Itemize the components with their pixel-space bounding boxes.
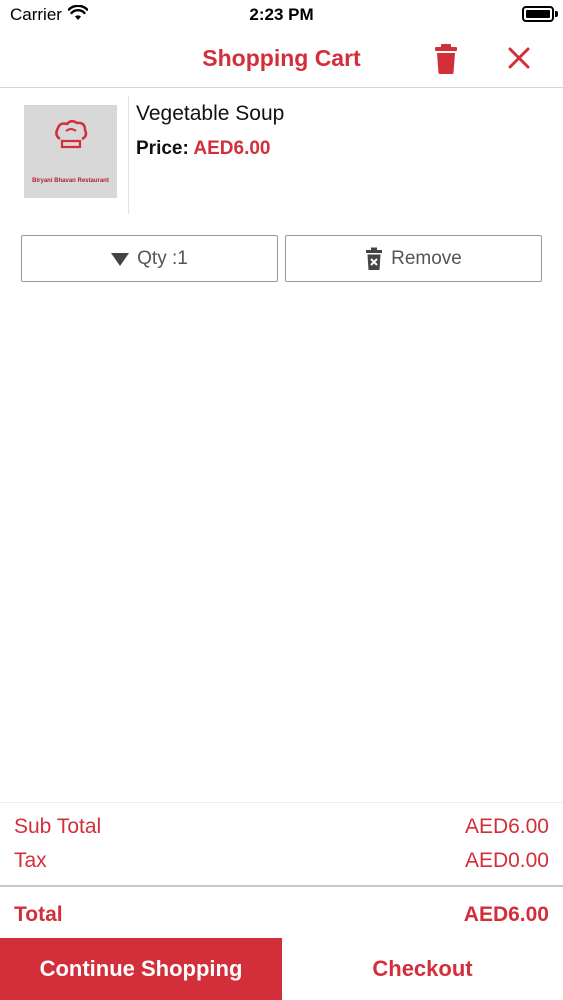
item-divider <box>128 96 129 214</box>
item-price: Price: AED6.00 <box>136 138 271 160</box>
total-value: AED6.00 <box>463 903 549 926</box>
subtotal-row: Sub Total AED6.00 <box>14 815 549 839</box>
tax-row: Tax AED0.00 <box>14 849 549 873</box>
total-label: Total <box>14 903 63 926</box>
trash-x-icon <box>365 247 383 271</box>
total-row: Total AED6.00 <box>14 903 549 927</box>
clock: 2:23 PM <box>249 5 314 24</box>
cart-item: Biryani Bhavan Restaurant Vegetable Soup… <box>0 88 563 218</box>
tax-value: AED0.00 <box>464 849 549 872</box>
page-title: Shopping Cart <box>202 45 361 71</box>
quantity-label: Qty :1 <box>137 247 188 269</box>
subtotal-value: AED6.00 <box>464 815 549 838</box>
tax-label: Tax <box>14 849 47 872</box>
remove-label: Remove <box>391 247 462 269</box>
trash-icon[interactable] <box>432 43 460 75</box>
continue-shopping-button[interactable]: Continue Shopping <box>0 938 282 1000</box>
remove-button[interactable]: Remove <box>285 235 542 282</box>
close-icon[interactable] <box>505 44 533 72</box>
thumbnail-caption: Biryani Bhavan Restaurant <box>32 178 109 184</box>
price-value: AED6.00 <box>193 138 271 159</box>
subtotal-label: Sub Total <box>14 815 102 838</box>
order-summary: Sub Total AED6.00 Tax AED0.00 Total AED6… <box>0 802 563 938</box>
summary-divider <box>0 885 563 887</box>
quantity-button[interactable]: Qty :1 <box>21 235 278 282</box>
price-label: Price: <box>136 138 189 159</box>
battery-icon <box>522 6 554 22</box>
checkout-button[interactable]: Checkout <box>282 938 563 1000</box>
battery-tip <box>555 11 558 17</box>
status-bar: Carrier 2:23 PM <box>0 0 563 30</box>
item-thumbnail: Biryani Bhavan Restaurant <box>24 105 117 198</box>
nav-bar: Shopping Cart <box>0 30 563 88</box>
triangle-down-icon <box>111 252 130 266</box>
restaurant-logo-icon <box>55 120 88 149</box>
item-name: Vegetable Soup <box>136 102 285 125</box>
